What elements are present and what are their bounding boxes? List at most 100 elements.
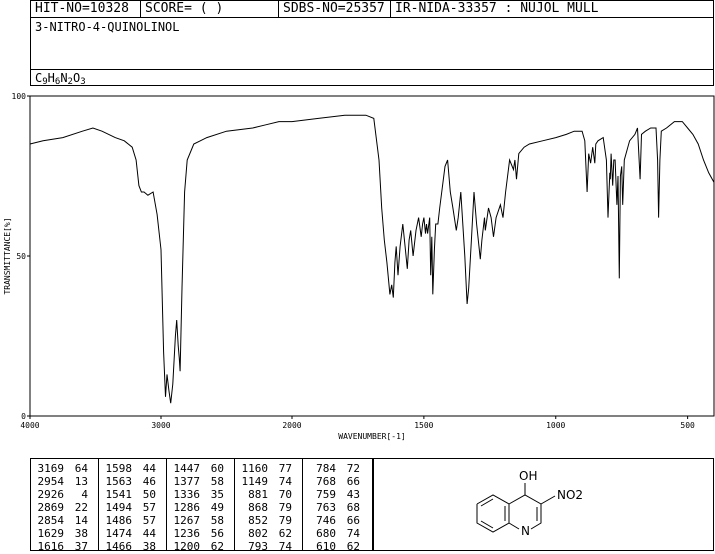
- peak-table: 3169 64 2954 13 2926 4 2869 22 2854 14 1629 38 1616 3…: [30, 458, 374, 553]
- peak-row: 610 62: [303, 540, 373, 553]
- x-tick-label: 4000: [20, 421, 39, 430]
- y-axis: 0 50 100: [12, 92, 30, 421]
- peak-transmittance: 56: [210, 527, 224, 540]
- peak-wavenumber: 793: [248, 540, 268, 553]
- x-tick-label: 500: [680, 421, 695, 430]
- peak-transmittance: 38: [142, 540, 156, 553]
- peak-transmittance: 37: [74, 540, 88, 553]
- peak-column: 1447 60 1377 58 1336 35 1286 49 1267 58 1236 56 1200…: [167, 459, 235, 553]
- peak-wavenumber: 2854: [37, 514, 65, 527]
- x-tick-label: 2000: [282, 421, 301, 430]
- y-tick-label: 100: [12, 92, 27, 101]
- peak-transmittance: 49: [210, 501, 224, 514]
- x-axis-label: WAVENUMBER[-1]: [338, 432, 405, 441]
- peak-transmittance: 57: [142, 501, 156, 514]
- x-tick-label: 3000: [151, 421, 170, 430]
- peak-wavenumber: 1267: [173, 514, 201, 527]
- x-tick-label: 1000: [546, 421, 565, 430]
- peak-wavenumber: 1336: [173, 488, 201, 501]
- peak-transmittance: 62: [210, 540, 224, 553]
- peak-transmittance: 43: [346, 488, 360, 501]
- peak-wavenumber: 610: [316, 540, 336, 553]
- peak-row: 1466 38: [99, 540, 166, 553]
- peak-wavenumber: 1486: [105, 514, 133, 527]
- peak-row: 802 62: [235, 527, 302, 540]
- peak-row: 793 74: [235, 540, 302, 553]
- peak-wavenumber: 1149: [241, 475, 269, 488]
- peak-row: 2954 13: [31, 475, 98, 488]
- peak-transmittance: 44: [142, 462, 156, 475]
- peak-row: 1598 44: [99, 462, 166, 475]
- peak-transmittance: 68: [346, 501, 360, 514]
- score: SCORE= ( ): [141, 1, 279, 17]
- peak-column: 784 72 768 66 759 43 763 68 746 66 680 74 610 62: [303, 459, 373, 553]
- ir-spectrum-chart: 0 50 100 4000 3000 2000 1500 1000 500 TRANSMITT…: [3, 92, 715, 441]
- x-tick-label: 1500: [414, 421, 433, 430]
- x-axis: 4000 3000 2000 1500 1000 500: [20, 416, 695, 430]
- peak-wavenumber: 768: [316, 475, 336, 488]
- peak-transmittance: 50: [142, 488, 156, 501]
- peak-transmittance: 22: [74, 501, 88, 514]
- peak-row: 3169 64: [31, 462, 98, 475]
- spectrum-line: [29, 114, 715, 404]
- peak-transmittance: 66: [346, 514, 360, 527]
- peak-column: 1160 77 1149 74 881 70 868 79 852 79 802 62 793 74: [235, 459, 303, 553]
- peak-wavenumber: 763: [316, 501, 336, 514]
- spectrum-header: HIT-NO=10328 SCORE= ( ) SDBS-NO=25357 IR…: [30, 0, 714, 87]
- peak-row: 1616 37: [31, 540, 98, 553]
- peak-transmittance: 62: [278, 527, 292, 540]
- peak-transmittance: 60: [210, 462, 224, 475]
- peak-wavenumber: 1616: [37, 540, 65, 553]
- peak-wavenumber: 2926: [37, 488, 65, 501]
- peak-wavenumber: 1377: [173, 475, 201, 488]
- ir-measurement-info: IR-NIDA-33357 : NUJOL MULL: [395, 1, 599, 16]
- peak-wavenumber: 1200: [173, 540, 201, 553]
- peak-transmittance: 58: [210, 514, 224, 527]
- peak-wavenumber: 1447: [173, 462, 201, 475]
- peak-wavenumber: 868: [248, 501, 268, 514]
- peak-row: 2926 4: [31, 488, 98, 501]
- peak-row: 768 66: [303, 475, 373, 488]
- peak-transmittance: 38: [74, 527, 88, 540]
- peak-row: 1447 60: [167, 462, 234, 475]
- y-tick-label: 50: [16, 252, 26, 261]
- peak-row: 746 66: [303, 514, 373, 527]
- peak-transmittance: 64: [74, 462, 88, 475]
- benzene-ring: [476, 494, 510, 533]
- y-tick-label: 0: [21, 412, 26, 421]
- peak-transmittance: 35: [210, 488, 224, 501]
- peak-row: 1149 74: [235, 475, 302, 488]
- peak-transmittance: 4: [81, 488, 88, 501]
- peak-row: 759 43: [303, 488, 373, 501]
- peak-wavenumber: 881: [248, 488, 268, 501]
- peak-row: 680 74: [303, 527, 373, 540]
- peak-transmittance: 14: [74, 514, 88, 527]
- peak-wavenumber: 1474: [105, 527, 133, 540]
- peak-wavenumber: 680: [316, 527, 336, 540]
- peak-transmittance: 72: [346, 462, 360, 475]
- peak-row: 2854 14: [31, 514, 98, 527]
- peak-row: 1377 58: [167, 475, 234, 488]
- header-info-row: HIT-NO=10328 SCORE= ( ) SDBS-NO=25357 IR…: [31, 1, 713, 18]
- peak-row: 1160 77: [235, 462, 302, 475]
- peak-wavenumber: 1598: [105, 462, 133, 475]
- peak-transmittance: 74: [278, 475, 292, 488]
- y-axis-label: TRANSMITTANCE[%]: [3, 217, 12, 294]
- peak-transmittance: 58: [210, 475, 224, 488]
- peak-wavenumber: 1236: [173, 527, 201, 540]
- peak-transmittance: 46: [142, 475, 156, 488]
- peak-row: 1200 62: [167, 540, 234, 553]
- peak-wavenumber: 1494: [105, 501, 133, 514]
- peak-transmittance: 79: [278, 514, 292, 527]
- peak-wavenumber: 1160: [241, 462, 269, 475]
- peak-wavenumber: 2954: [37, 475, 65, 488]
- peak-row: 763 68: [303, 501, 373, 514]
- peak-wavenumber: 1541: [105, 488, 133, 501]
- peak-transmittance: 62: [346, 540, 360, 553]
- formula-element: N: [60, 71, 68, 85]
- peak-row: 1541 50: [99, 488, 166, 501]
- peak-row: 881 70: [235, 488, 302, 501]
- peak-row: 1629 38: [31, 527, 98, 540]
- formula-divider: [31, 69, 713, 70]
- peak-wavenumber: 802: [248, 527, 268, 540]
